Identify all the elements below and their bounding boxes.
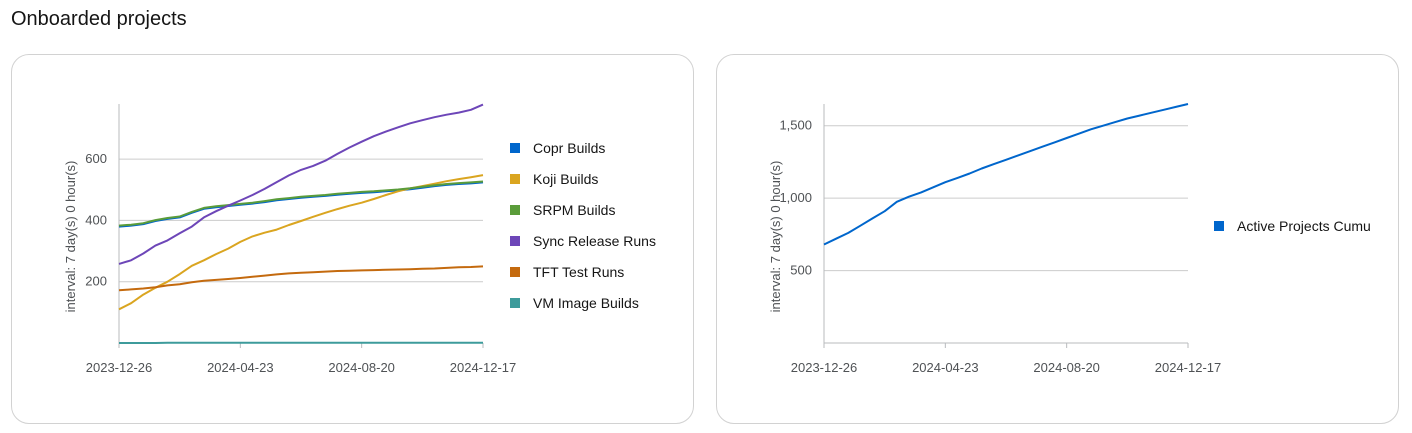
x-tick-label: 2024-04-23: [207, 360, 274, 375]
x-tick-label: 2024-08-20: [1033, 360, 1100, 375]
series-line-koji-builds: [118, 174, 484, 311]
legend-label-koji-builds: Koji Builds: [533, 171, 598, 187]
legend-label-active-projects-cumu: Active Projects Cumu: [1237, 218, 1371, 234]
active-projects-line-chart: 500 1,000 1,500 2023-12-26 2024-04-23 2024-08…: [768, 103, 1371, 375]
page-title: Onboarded projects: [11, 8, 187, 30]
y-tick-label: 600: [85, 151, 107, 166]
x-tick-label: 2023-12-26: [791, 360, 858, 375]
legend-label-sync-release-runs: Sync Release Runs: [533, 233, 656, 249]
legend-swatch: [1214, 221, 1224, 231]
y-axis-label: interval: 7 day(s) 0 hour(s): [63, 161, 78, 313]
x-tick-label: 2024-12-17: [1155, 360, 1222, 375]
x-tick-label: 2024-08-20: [328, 360, 395, 375]
legend-swatch: [510, 236, 520, 246]
y-tick-label: 500: [790, 263, 812, 278]
x-tick-label: 2023-12-26: [86, 360, 153, 375]
legend-swatch: [510, 298, 520, 308]
y-tick-label: 1,000: [779, 190, 812, 205]
y-tick-label: 200: [85, 274, 107, 289]
legend-swatch: [510, 267, 520, 277]
chart-card-active-projects: 500 1,000 1,500 2023-12-26 2024-04-23 2024-08…: [716, 54, 1399, 424]
x-tick-label: 2024-04-23: [912, 360, 979, 375]
legend-swatch: [510, 143, 520, 153]
legend-label-tft-test-runs: TFT Test Runs: [533, 264, 624, 280]
legend-label-vm-image-builds: VM Image Builds: [533, 295, 639, 311]
legend-label-srpm-builds: SRPM Builds: [533, 202, 615, 218]
x-tick-label: 2024-12-17: [450, 360, 517, 375]
y-tick-label: 400: [85, 212, 107, 227]
builds-line-chart: 200 400 600 2023-12-26 2024-04-23 2024-08-20 2…: [63, 103, 656, 375]
y-tick-label: 1,500: [779, 118, 812, 133]
legend-label-copr-builds: Copr Builds: [533, 140, 605, 156]
legend-swatch: [510, 174, 520, 184]
series-line-active-projects-cumu: [823, 103, 1189, 246]
legend-swatch: [510, 205, 520, 215]
chart-card-builds: 200 400 600 2023-12-26 2024-04-23 2024-08-20 2…: [11, 54, 694, 424]
y-axis-label: interval: 7 day(s) 0 hour(s): [768, 161, 783, 313]
